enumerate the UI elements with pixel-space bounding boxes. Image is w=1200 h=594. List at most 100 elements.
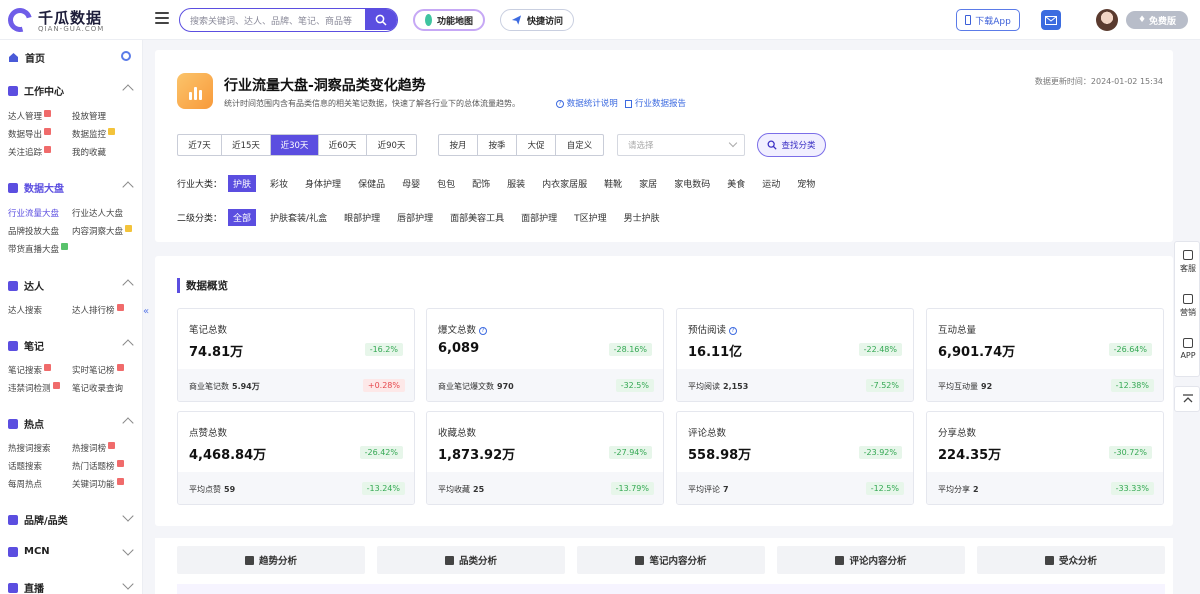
sidebar-item-kol-search[interactable]: 达人搜索 xyxy=(8,304,42,316)
tab-note-content[interactable]: 笔记内容分析 xyxy=(577,546,765,574)
period-quarter[interactable]: 按季 xyxy=(478,135,517,155)
sidebar-section-dashboard[interactable]: 数据大盘 xyxy=(8,180,64,195)
sidebar-item-topic-search[interactable]: 话题搜索 xyxy=(8,460,42,472)
app-button[interactable]: APP xyxy=(1175,338,1200,360)
sidebar-item-content-insight[interactable]: 内容洞察大盘 xyxy=(72,225,133,237)
sidebar-item-topic-rank[interactable]: 热门话题榜 xyxy=(72,460,124,472)
industry-tag[interactable]: 包包 xyxy=(437,177,455,190)
range-60d[interactable]: 近60天 xyxy=(319,135,367,155)
sidebar-item-note-index[interactable]: 笔记收录查询 xyxy=(72,382,123,394)
sidebar-item-monitor[interactable]: 数据监控 xyxy=(72,128,116,140)
industry-tag[interactable]: 配饰 xyxy=(472,177,490,190)
industry-report-link[interactable]: 行业数据报告 xyxy=(625,97,686,109)
sidebar-item-favorites[interactable]: 我的收藏 xyxy=(72,146,106,158)
sidebar-home[interactable]: 首页 xyxy=(8,50,45,65)
customer-service-button[interactable]: 客服 xyxy=(1175,250,1200,274)
sidebar-item-live-commerce[interactable]: 带货直播大盘 xyxy=(8,243,69,255)
sidebar-item-note-search[interactable]: 笔记搜索 xyxy=(8,364,52,376)
industry-tag[interactable]: 彩妆 xyxy=(270,177,288,190)
industry-tag[interactable]: 护肤 xyxy=(228,175,257,192)
industry-tag[interactable]: 家居 xyxy=(639,177,657,190)
chevron-down-icon[interactable] xyxy=(122,544,134,556)
tab-audience[interactable]: 受众分析 xyxy=(977,546,1165,574)
sidebar-item-hot-search[interactable]: 热搜词搜索 xyxy=(8,442,51,454)
sidebar-item-weekly-hot[interactable]: 每周热点 xyxy=(8,478,42,490)
user-avatar[interactable] xyxy=(1096,9,1118,31)
quick-access-button[interactable]: 快捷访问 xyxy=(500,9,574,31)
sidebar-collapse-button[interactable]: « xyxy=(143,306,155,334)
help-icon[interactable]: ? xyxy=(729,326,738,335)
sidebar-section-live[interactable]: 直播 xyxy=(8,580,44,594)
industry-tag[interactable]: 美食 xyxy=(727,177,745,190)
sidebar-item-kol-rank[interactable]: 达人排行榜 xyxy=(72,304,124,316)
help-icon[interactable]: ? xyxy=(479,326,488,335)
range-30d[interactable]: 近30天 xyxy=(271,135,319,155)
subcategory-tag[interactable]: 护肤套装/礼盒 xyxy=(270,211,327,224)
industry-tag[interactable]: 身体护理 xyxy=(305,177,341,190)
chevron-up-icon[interactable] xyxy=(122,279,134,291)
subcategory-tag[interactable]: 男士护肤 xyxy=(624,211,660,224)
mail-button[interactable] xyxy=(1041,10,1061,30)
industry-tag[interactable]: 内衣家居服 xyxy=(542,177,587,190)
range-7d[interactable]: 近7天 xyxy=(178,135,222,155)
settings-icon[interactable] xyxy=(121,51,131,61)
tab-trend[interactable]: 趋势分析 xyxy=(177,546,365,574)
sidebar-section-notes[interactable]: 笔记 xyxy=(8,338,44,353)
subcategory-tag[interactable]: 全部 xyxy=(228,209,257,226)
sidebar-section-brand[interactable]: 品牌/品类 xyxy=(8,512,68,527)
industry-tag[interactable]: 家电数码 xyxy=(674,177,710,190)
subcategory-tag[interactable]: 面部护理 xyxy=(521,211,557,224)
custom-date-select[interactable]: 请选择 xyxy=(617,134,745,156)
range-15d[interactable]: 近15天 xyxy=(222,135,271,155)
industry-tag[interactable]: 服装 xyxy=(507,177,525,190)
chevron-down-icon[interactable] xyxy=(122,578,134,590)
industry-tag[interactable]: 保健品 xyxy=(358,177,385,190)
function-map-button[interactable]: 功能地图 xyxy=(413,9,485,31)
chevron-up-icon[interactable] xyxy=(122,84,134,96)
search-input[interactable] xyxy=(180,11,360,31)
tab-category[interactable]: 品类分析 xyxy=(377,546,565,574)
chevron-up-icon[interactable] xyxy=(122,339,134,351)
chevron-up-icon[interactable] xyxy=(122,417,134,429)
diamond-icon: ♦ xyxy=(1137,15,1147,25)
period-promo[interactable]: 大促 xyxy=(517,135,556,155)
subcategory-tag[interactable]: 面部美容工具 xyxy=(450,211,504,224)
menu-toggle-icon[interactable] xyxy=(155,12,169,26)
sidebar-item-export[interactable]: 数据导出 xyxy=(8,128,52,140)
chevron-up-icon[interactable] xyxy=(122,181,134,193)
subcategory-tag[interactable]: T区护理 xyxy=(574,211,607,224)
period-custom[interactable]: 自定义 xyxy=(556,135,603,155)
sidebar-item-hot-rank[interactable]: 热搜词榜 xyxy=(72,442,116,454)
industry-tag[interactable]: 运动 xyxy=(762,177,780,190)
range-90d[interactable]: 近90天 xyxy=(367,135,416,155)
industry-tag[interactable]: 宠物 xyxy=(797,177,815,190)
sidebar-item-kol-manage[interactable]: 达人管理 xyxy=(8,110,52,122)
stats-note-link[interactable]: ? 数据统计说明 xyxy=(553,97,618,109)
chevron-down-icon[interactable] xyxy=(122,510,134,522)
download-app-button[interactable]: 下载App xyxy=(956,9,1020,31)
sidebar-item-brand-ad[interactable]: 品牌投放大盘 xyxy=(8,225,59,237)
search-button[interactable] xyxy=(365,9,397,30)
sidebar-item-industry-kol[interactable]: 行业达人大盘 xyxy=(72,207,123,219)
sidebar-item-keyword-func[interactable]: 关键词功能 xyxy=(72,478,124,490)
brand-logo[interactable]: 千瓜数据 QIAN-GUA.COM xyxy=(3,3,108,37)
sidebar-item-banned-words[interactable]: 违禁词检测 xyxy=(8,382,60,394)
find-category-button[interactable]: 查找分类 xyxy=(757,133,826,157)
sidebar-section-mcn[interactable]: MCN xyxy=(8,546,50,557)
marketing-button[interactable]: 营销 xyxy=(1175,294,1200,318)
sidebar-item-ad-manage[interactable]: 投放管理 xyxy=(72,110,106,122)
sidebar-item-live-note-rank[interactable]: 实时笔记榜 xyxy=(72,364,124,376)
industry-tag[interactable]: 鞋靴 xyxy=(604,177,622,190)
period-month[interactable]: 按月 xyxy=(439,135,478,155)
subcategory-tag[interactable]: 眼部护理 xyxy=(344,211,380,224)
back-to-top-button[interactable] xyxy=(1174,386,1200,412)
industry-tag[interactable]: 母婴 xyxy=(402,177,420,190)
sidebar-section-hot[interactable]: 热点 xyxy=(8,416,44,431)
tab-comment-content[interactable]: 评论内容分析 xyxy=(777,546,965,574)
sidebar-section-work[interactable]: 工作中心 xyxy=(8,83,64,98)
sidebar-item-industry-traffic[interactable]: 行业流量大盘 xyxy=(8,207,59,219)
free-version-badge[interactable]: ♦ 免费版 xyxy=(1126,11,1188,29)
sidebar-item-follow[interactable]: 关注追踪 xyxy=(8,146,52,158)
sidebar-section-kol[interactable]: 达人 xyxy=(8,278,44,293)
subcategory-tag[interactable]: 唇部护理 xyxy=(397,211,433,224)
